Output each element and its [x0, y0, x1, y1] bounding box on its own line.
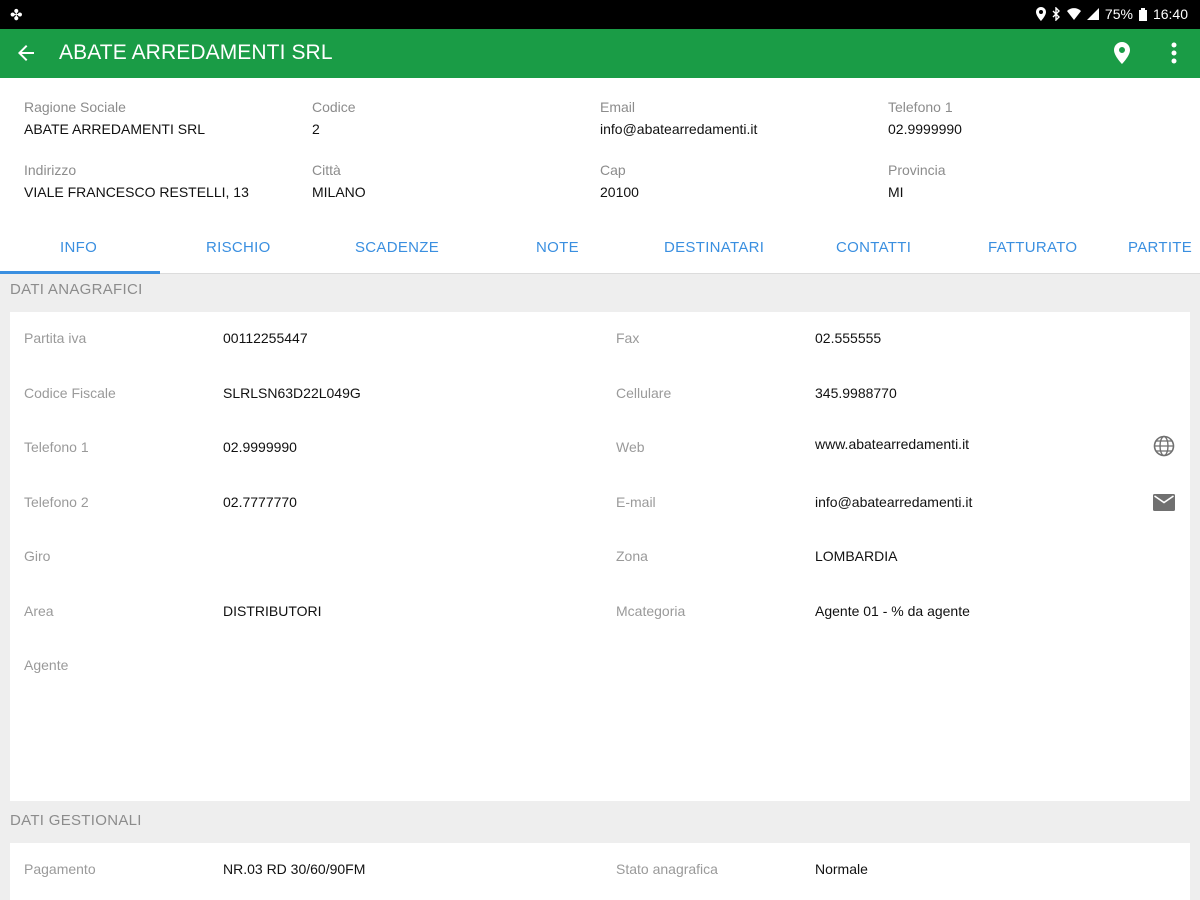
section-title-dati-gestionali: DATI GESTIONALI [10, 812, 142, 829]
mail-icon[interactable] [1152, 490, 1176, 514]
field-value: 02.9999990 [888, 121, 962, 137]
tab-contatti[interactable]: CONTATTI [836, 239, 911, 256]
field-value: MILANO [312, 184, 366, 200]
label-telefono2: Telefono 2 [24, 494, 89, 510]
tab-bar: INFO RISCHIO SCADENZE NOTE DESTINATARI C… [0, 223, 1200, 274]
field-value: MI [888, 184, 904, 200]
tab-scadenze[interactable]: SCADENZE [355, 239, 439, 256]
field-label: Telefono 1 [888, 99, 953, 115]
value-area: DISTRIBUTORI [223, 603, 322, 619]
label-web: Web [616, 439, 645, 455]
tab-fatturato[interactable]: FATTURATO [988, 239, 1077, 256]
field-codice: Codice 2 [312, 99, 356, 137]
value-fax: 02.555555 [815, 330, 882, 346]
field-indirizzo: Indirizzo VIALE FRANCESCO RESTELLI, 13 [24, 162, 249, 200]
tab-rischio[interactable]: RISCHIO [206, 239, 271, 256]
app-bar: ABATE ARREDAMENTI SRL [0, 29, 1200, 78]
card-dati-gestionali: Pagamento NR.03 RD 30/60/90FM Stato anag… [10, 843, 1190, 900]
value-partita-iva: 00112255447 [223, 330, 308, 346]
field-email: Email info@abatearredamenti.it [600, 99, 757, 137]
value-mcategoria: Agente 01 - % da agente [815, 603, 970, 619]
wifi-icon [1066, 8, 1081, 20]
value-e-mail[interactable]: info@abatearredamenti.it [815, 494, 972, 510]
value-zona: LOMBARDIA [815, 548, 898, 564]
tab-partite[interactable]: PARTITE [1128, 239, 1192, 256]
value-cellulare[interactable]: 345.9988770 [815, 385, 897, 401]
tab-note[interactable]: NOTE [536, 239, 579, 256]
tab-destinatari[interactable]: DESTINATARI [664, 239, 764, 256]
value-telefono1[interactable]: 02.9999990 [223, 439, 297, 455]
field-provincia: Provincia MI [888, 162, 946, 200]
field-cap: Cap 20100 [600, 162, 639, 200]
back-button[interactable] [12, 39, 40, 67]
location-status-icon [1035, 7, 1046, 21]
field-label: Provincia [888, 162, 946, 178]
field-value: 20100 [600, 184, 639, 200]
battery-icon [1138, 7, 1147, 21]
globe-icon[interactable] [1152, 434, 1176, 458]
more-vert-icon [1171, 42, 1177, 64]
location-pin-icon [1114, 42, 1130, 64]
label-e-mail: E-mail [616, 494, 656, 510]
field-value: VIALE FRANCESCO RESTELLI, 13 [24, 184, 249, 200]
field-ragione-sociale: Ragione Sociale ABATE ARREDAMENTI SRL [24, 99, 205, 137]
customer-summary: Ragione Sociale ABATE ARREDAMENTI SRL Co… [0, 78, 1200, 223]
battery-percent: 75% [1104, 6, 1133, 22]
label-area: Area [24, 603, 54, 619]
label-zona: Zona [616, 548, 648, 564]
field-value: info@abatearredamenti.it [600, 121, 758, 137]
value-telefono2[interactable]: 02.7777770 [223, 494, 297, 510]
label-mcategoria: Mcategoria [616, 603, 686, 619]
value-web[interactable]: www.abatearredamenti.it [815, 436, 969, 452]
page-title: ABATE ARREDAMENTI SRL [59, 41, 333, 64]
overflow-menu-button[interactable] [1160, 39, 1188, 67]
status-bar: ✤ 75% 16:40 [0, 0, 1200, 29]
field-citta: Città MILANO [312, 162, 366, 200]
back-arrow-icon [18, 45, 34, 61]
bluetooth-icon [1052, 7, 1060, 21]
value-pagamento: NR.03 RD 30/60/90FM [223, 861, 366, 877]
label-stato-anagrafica: Stato anagrafica [616, 861, 718, 877]
label-telefono1: Telefono 1 [24, 439, 89, 455]
section-title-dati-anagrafici: DATI ANAGRAFICI [10, 281, 143, 298]
label-pagamento: Pagamento [24, 861, 96, 877]
label-cellulare: Cellulare [616, 385, 672, 401]
map-button[interactable] [1108, 39, 1136, 67]
status-icons: 75% 16:40 [1035, 6, 1188, 22]
label-partita-iva: Partita iva [24, 330, 87, 346]
field-label: Indirizzo [24, 162, 77, 178]
label-agente: Agente [24, 657, 69, 673]
field-label: Ragione Sociale [24, 99, 126, 115]
card-dati-anagrafici: Partita iva 00112255447 Codice Fiscale S… [10, 312, 1190, 801]
field-label: Codice [312, 99, 356, 115]
field-label: Email [600, 99, 636, 115]
signal-icon [1086, 8, 1099, 20]
value-codice-fiscale: SLRLSN63D22L049G [223, 385, 361, 401]
tab-selected-indicator [0, 271, 160, 274]
field-telefono1: Telefono 1 02.9999990 [888, 99, 962, 137]
label-giro: Giro [24, 548, 51, 564]
field-label: Cap [600, 162, 626, 178]
field-value: 2 [312, 121, 320, 137]
value-stato-anagrafica: Normale [815, 861, 868, 877]
label-fax: Fax [616, 330, 640, 346]
clock: 16:40 [1152, 6, 1188, 22]
tab-info[interactable]: INFO [60, 239, 97, 256]
label-codice-fiscale: Codice Fiscale [24, 385, 116, 401]
field-value: ABATE ARREDAMENTI SRL [24, 121, 206, 137]
app-notification-icon: ✤ [10, 7, 23, 24]
field-label: Città [312, 162, 341, 178]
